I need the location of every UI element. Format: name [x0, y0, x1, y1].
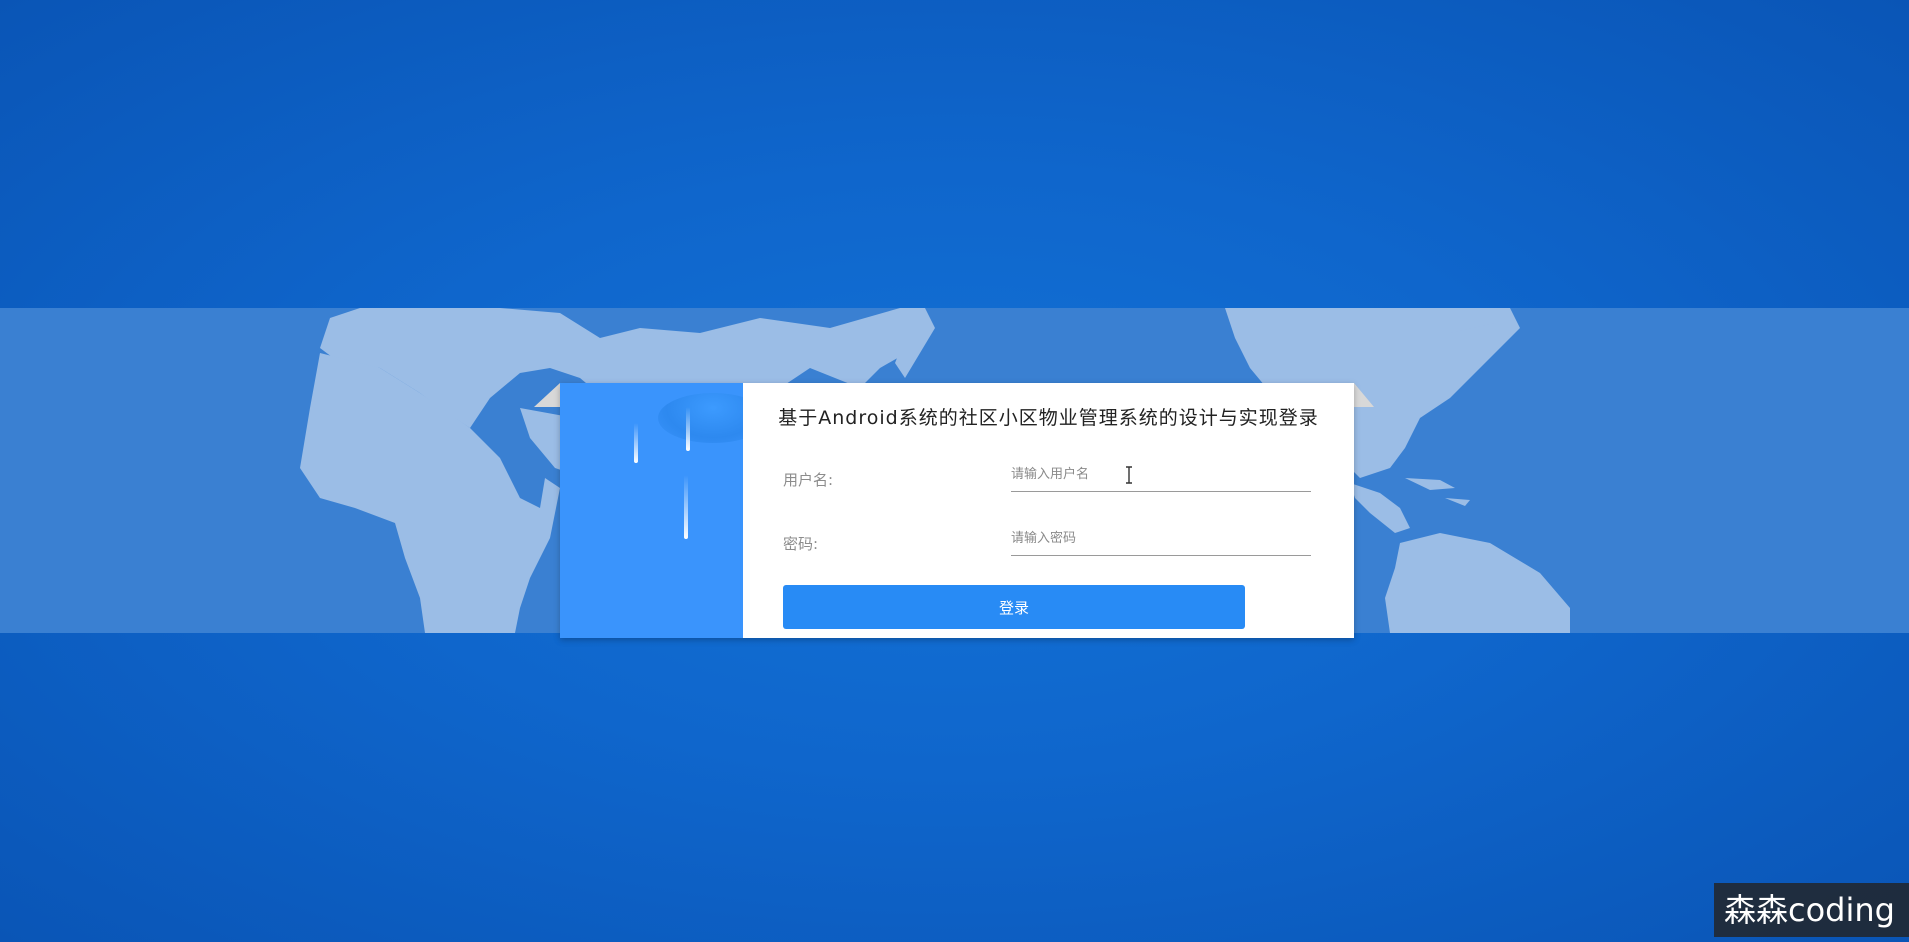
decorative-glow [658, 393, 743, 443]
page-title: 基于Android系统的社区小区物业管理系统的设计与实现登录 [778, 407, 1319, 429]
username-input[interactable] [1011, 457, 1311, 492]
login-button[interactable]: 登录 [783, 585, 1245, 629]
card-fold-right [1354, 383, 1374, 407]
decorative-streak [634, 423, 638, 463]
text-cursor-icon [1126, 466, 1132, 484]
username-label: 用户名: [783, 471, 834, 489]
login-card-decoration [560, 383, 743, 638]
password-label: 密码: [783, 535, 819, 553]
card-fold-left [534, 383, 560, 407]
decorative-streak [684, 475, 688, 539]
login-form: 基于Android系统的社区小区物业管理系统的设计与实现登录 用户名: 密码: … [743, 383, 1354, 638]
password-input[interactable] [1011, 521, 1311, 556]
watermark-label: 森森coding [1714, 883, 1909, 937]
page-background: 基于Android系统的社区小区物业管理系统的设计与实现登录 用户名: 密码: … [0, 0, 1909, 942]
login-card: 基于Android系统的社区小区物业管理系统的设计与实现登录 用户名: 密码: … [560, 383, 1354, 638]
decorative-streak [686, 407, 690, 451]
